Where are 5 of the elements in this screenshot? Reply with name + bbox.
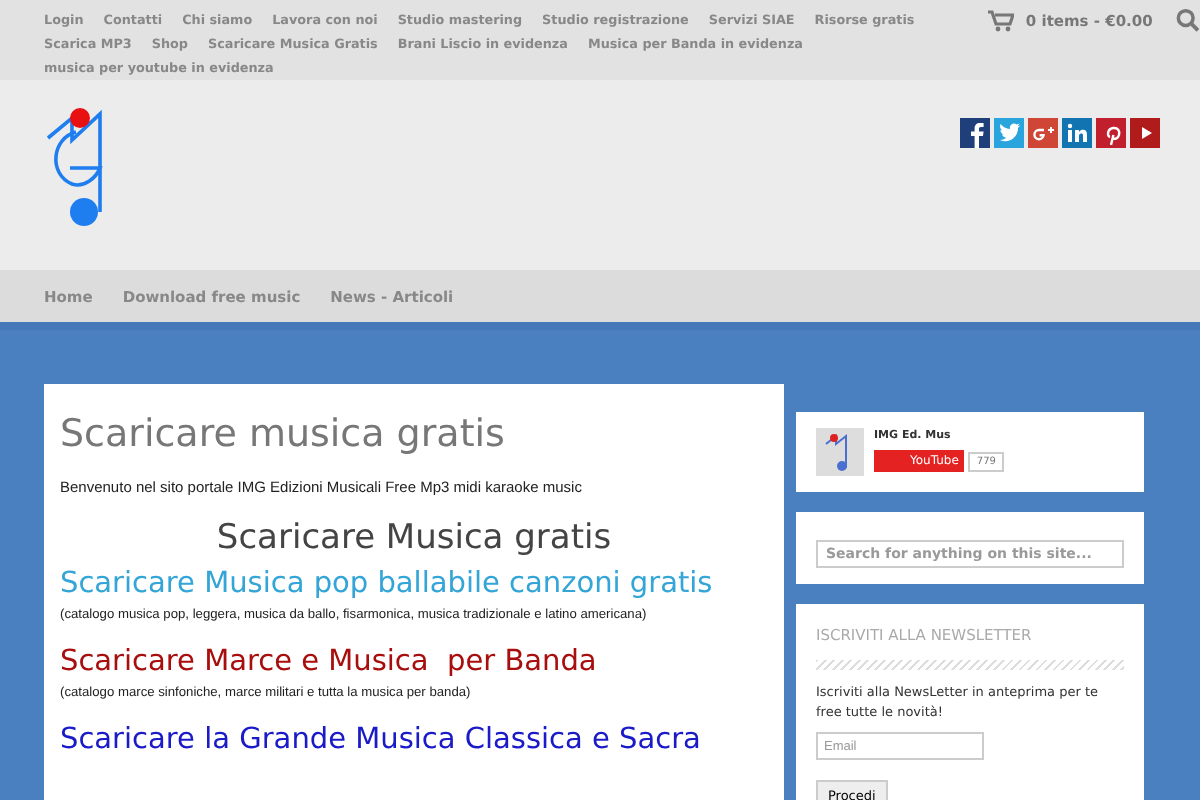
page-title: Scaricare musica gratis	[60, 412, 507, 456]
category-link[interactable]: Scaricare la Grande Musica Classica e Sacra	[60, 724, 768, 756]
category-link[interactable]: Scaricare Musica pop ballabile canzoni gratis	[60, 568, 768, 600]
section-heading: Scaricare Musica gratis	[214, 518, 614, 558]
category-link[interactable]: Scaricare Marce e Musica per Banda	[60, 646, 768, 678]
